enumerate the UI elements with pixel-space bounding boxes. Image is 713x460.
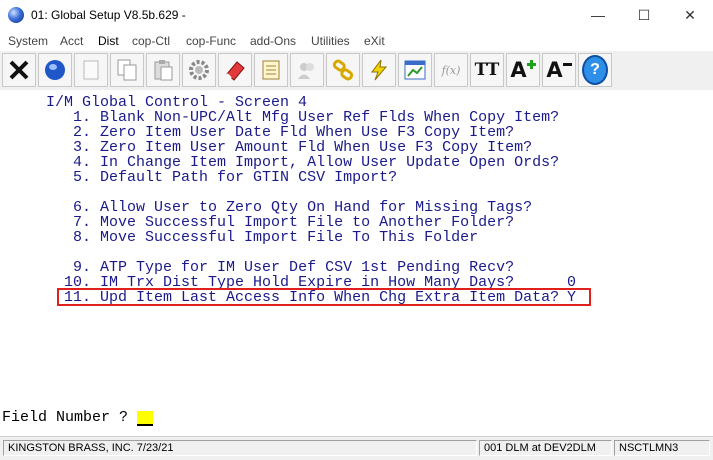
function-label: f(x) — [441, 63, 461, 77]
users-icon[interactable] — [290, 53, 324, 87]
field-number-input[interactable] — [137, 411, 153, 426]
field-row-7[interactable]: 7. Move Successful Import File to Anothe… — [64, 215, 514, 230]
screen-header: I/M Global Control - Screen 4 — [46, 94, 308, 111]
field-row-5[interactable]: 5. Default Path for GTIN CSV Import? — [64, 170, 397, 185]
menu-system[interactable]: System — [8, 34, 48, 48]
terminal-screen: I/M Global Control - Screen 4 1. Blank N… — [0, 90, 713, 436]
font-increase-icon[interactable]: A — [506, 53, 540, 87]
field-label: Move Successful Import File To This Fold… — [100, 229, 479, 246]
help-icon[interactable]: ? — [578, 53, 612, 87]
field-row-3[interactable]: 3. Zero Item User Amount Fld When Use F3… — [64, 140, 532, 155]
settings-gear-icon[interactable] — [182, 53, 216, 87]
font-decrease-label: A — [546, 58, 563, 82]
field-row-1[interactable]: 1. Blank Non-UPC/Alt Mfg User Ref Flds W… — [64, 110, 559, 125]
field-number: 8. — [64, 229, 92, 246]
chain-link-icon[interactable] — [326, 53, 360, 87]
menu-add-ons[interactable]: add-Ons — [250, 34, 296, 48]
title-bar: 01: Global Setup V8.5b.629 - — ☐ ✕ — [0, 0, 713, 31]
close-x-icon[interactable] — [2, 53, 36, 87]
font-increase-label: A — [510, 58, 527, 82]
status-session: 001 DLM at DEV2DLM — [479, 440, 612, 456]
blank-page-icon[interactable] — [74, 53, 108, 87]
field-row-8[interactable]: 8. Move Successful Import File To This F… — [64, 230, 478, 245]
eraser-icon[interactable] — [218, 53, 252, 87]
font-decrease-icon[interactable]: A — [542, 53, 576, 87]
menu-exit[interactable]: eXit — [364, 34, 385, 48]
menu-acct[interactable]: Acct — [60, 34, 83, 48]
toolbar: f(x) TT A A ? — [0, 51, 713, 90]
status-bar: KINGSTON BRASS, INC. 7/23/21 001 DLM at … — [0, 436, 713, 460]
globe-icon[interactable] — [38, 53, 72, 87]
field-row-2[interactable]: 2. Zero Item User Date Fld When Use F3 C… — [64, 125, 514, 140]
field-number-prompt: Field Number ? — [2, 409, 129, 426]
field-number: 5. — [64, 169, 92, 186]
font-tt-label: TT — [474, 60, 500, 80]
field-label: Default Path for GTIN CSV Import? — [100, 169, 398, 186]
chart-window-icon[interactable] — [398, 53, 432, 87]
lightning-icon[interactable] — [362, 53, 396, 87]
paste-icon[interactable] — [146, 53, 180, 87]
highlight-box — [57, 288, 591, 306]
field-row-4[interactable]: 4. In Change Item Import, Allow User Upd… — [64, 155, 559, 170]
field-row-9[interactable]: 9. ATP Type for IM User Def CSV 1st Pend… — [64, 260, 514, 275]
minimize-button[interactable]: — — [575, 0, 621, 31]
notepad-icon[interactable] — [254, 53, 288, 87]
maximize-button[interactable]: ☐ — [621, 0, 667, 31]
status-program: NSCTLMN3 — [614, 440, 710, 456]
close-button[interactable]: ✕ — [667, 0, 713, 31]
window-title: 01: Global Setup V8.5b.629 - — [31, 8, 186, 22]
copy-icon[interactable] — [110, 53, 144, 87]
menu-cop-func[interactable]: cop-Func — [186, 34, 236, 48]
app-globe-icon — [8, 7, 24, 23]
menu-utilities[interactable]: Utilities — [311, 34, 350, 48]
menu-bar: System Acct Dist cop-Ctl cop-Func add-On… — [0, 31, 713, 51]
function-icon[interactable]: f(x) — [434, 53, 468, 87]
font-tt-icon[interactable]: TT — [470, 53, 504, 87]
status-company: KINGSTON BRASS, INC. 7/23/21 — [3, 440, 477, 456]
menu-cop-ctl[interactable]: cop-Ctl — [132, 34, 170, 48]
field-row-6[interactable]: 6. Allow User to Zero Qty On Hand for Mi… — [64, 200, 532, 215]
menu-dist[interactable]: Dist — [98, 34, 119, 48]
help-label: ? — [582, 55, 608, 85]
